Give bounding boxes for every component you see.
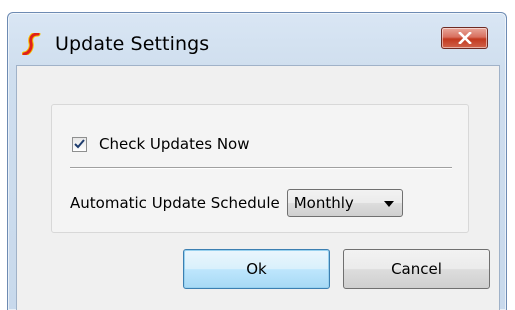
update-settings-dialog: Update Settings Check Updates Now Automa… [0,0,515,310]
chevron-down-icon [383,201,394,207]
check-updates-row[interactable]: Check Updates Now [72,133,249,155]
schedule-row: Automatic Update Schedule Monthly [70,189,403,217]
check-updates-checkbox[interactable] [72,136,87,152]
checkmark-icon [74,139,85,149]
simetrix-logo-icon [21,31,42,57]
close-button[interactable] [441,27,488,49]
dialog-client-area: Check Updates Now Automatic Update Sched… [16,65,500,310]
schedule-select-value: Monthly [293,194,354,212]
schedule-select[interactable]: Monthly [286,189,403,217]
check-updates-label: Check Updates Now [99,135,250,153]
settings-group-box: Check Updates Now Automatic Update Sched… [51,104,469,233]
ok-button[interactable]: Ok [183,249,330,289]
dialog-frame: Update Settings Check Updates Now Automa… [7,12,507,310]
separator [70,167,452,169]
dialog-title: Update Settings [55,33,210,55]
close-icon [457,32,472,44]
schedule-label: Automatic Update Schedule [70,194,280,212]
title-bar[interactable]: Update Settings [8,13,506,65]
cancel-button[interactable]: Cancel [343,249,490,289]
